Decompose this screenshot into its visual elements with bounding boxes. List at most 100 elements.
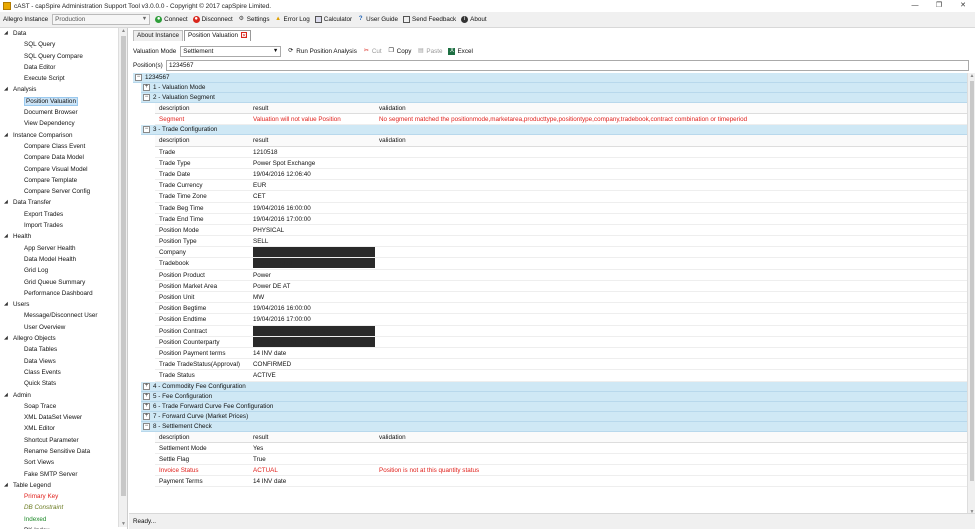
run-position-analysis-button[interactable]: ⟳ Run Position Analysis — [287, 48, 357, 55]
expand-icon[interactable]: + — [143, 412, 150, 420]
section-header[interactable]: +1 - Valuation Mode — [141, 83, 967, 93]
results-scrollbar[interactable]: ▲ ▼ — [967, 73, 975, 515]
table-row[interactable]: Trade 1210518 — [155, 147, 967, 158]
table-row[interactable]: Trade Time Zone CET — [155, 191, 967, 203]
sidebar-item-soap-trace[interactable]: Soap Trace — [0, 401, 127, 412]
tree-group-data[interactable]: ◢ Data — [0, 28, 127, 39]
section-header[interactable]: −2 - Valuation Segment — [141, 93, 967, 103]
disconnect-button[interactable]: ● Disconnect — [192, 16, 233, 23]
expanded-triangle-icon[interactable]: ◢ — [4, 299, 8, 310]
expand-icon[interactable]: + — [143, 402, 150, 410]
column-header[interactable]: description — [155, 432, 249, 442]
section-header[interactable]: −8 - Settlement Check — [141, 421, 967, 432]
expanded-triangle-icon[interactable]: ◢ — [4, 130, 8, 141]
sidebar-item-execute-script[interactable]: Execute Script — [0, 73, 127, 84]
instance-select[interactable]: Production ▼ — [52, 14, 151, 25]
expand-icon[interactable]: + — [143, 382, 150, 390]
table-row[interactable]: Position Endtime 19/04/2016 17:00:00 — [155, 314, 967, 326]
table-row[interactable]: Settle Flag True — [155, 454, 967, 466]
sidebar-item-data-tables[interactable]: Data Tables — [0, 344, 127, 355]
table-row[interactable]: Trade TradeStatus(Approval) CONFIRMED — [155, 359, 967, 371]
table-row[interactable]: Segment Valuation will not value Position… — [155, 114, 967, 126]
send-feedback-button[interactable]: Send Feedback — [403, 16, 456, 23]
section-header[interactable]: +5 - Fee Configuration — [141, 391, 967, 402]
table-row[interactable]: Position Contract EXCHANGE BROKER 1924 — [155, 325, 967, 337]
table-row[interactable]: Tradebook Power Traded — [155, 258, 967, 270]
collapse-icon[interactable]: − — [135, 74, 142, 81]
sidebar-item-grid-queue-summary[interactable]: Grid Queue Summary — [0, 277, 127, 288]
scroll-down-icon[interactable]: ▼ — [119, 521, 127, 527]
tree-group-instance-comparison[interactable]: ◢ Instance Comparison — [0, 130, 127, 141]
table-row[interactable]: Position Payment terms 14 INV date — [155, 348, 967, 360]
table-row[interactable]: Position Unit MW — [155, 292, 967, 304]
cut-button[interactable]: ✂ Cut — [363, 48, 382, 55]
table-row[interactable]: Position Mode PHYSICAL — [155, 225, 967, 237]
connect-button[interactable]: ● Connect — [155, 16, 188, 23]
column-header[interactable]: description — [155, 135, 249, 145]
sidebar-item-sql-query-compare[interactable]: SQL Query Compare — [0, 51, 127, 62]
sidebar-item-data-editor[interactable]: Data Editor — [0, 62, 127, 73]
table-row[interactable]: Trade Type Power Spot Exchange — [155, 158, 967, 169]
expanded-triangle-icon[interactable]: ◢ — [4, 197, 8, 208]
expanded-triangle-icon[interactable]: ◢ — [4, 333, 8, 344]
tab-position-valuation[interactable]: Position Valuation ✕ — [184, 30, 251, 41]
table-row[interactable]: Trade Date 19/04/2016 12:06:40 — [155, 169, 967, 181]
sidebar-item-import-trades[interactable]: Import Trades — [0, 220, 127, 231]
sidebar-item-grid-log[interactable]: Grid Log — [0, 265, 127, 276]
expanded-triangle-icon[interactable]: ◢ — [4, 84, 8, 95]
sidebar-item-fake-smtp-server[interactable]: Fake SMTP Server — [0, 469, 127, 480]
sidebar-item-message-disconnect-user[interactable]: Message/Disconnect User — [0, 310, 127, 321]
section-header[interactable]: +4 - Commodity Fee Configuration — [141, 381, 967, 392]
collapse-icon[interactable]: − — [143, 126, 150, 134]
sidebar-item-sql-query[interactable]: SQL Query — [0, 39, 127, 50]
scroll-up-icon[interactable]: ▲ — [119, 28, 127, 34]
sidebar-item-data-model-health[interactable]: Data Model Health — [0, 254, 127, 265]
expanded-triangle-icon[interactable]: ◢ — [4, 390, 8, 401]
valuation-mode-select[interactable]: Settlement ▼ — [180, 46, 282, 57]
copy-button[interactable]: ❐ Copy — [388, 48, 411, 55]
section-header[interactable]: −3 - Trade Configuration — [141, 125, 967, 136]
collapse-icon[interactable]: − — [143, 422, 150, 430]
sidebar-item-class-events[interactable]: Class Events — [0, 367, 127, 378]
sidebar-item-rename-sensitive-data[interactable]: Rename Sensitive Data — [0, 446, 127, 457]
sidebar-item-data-views[interactable]: Data Views — [0, 356, 127, 367]
close-tab-icon[interactable]: ✕ — [240, 32, 247, 39]
calculator-button[interactable]: Calculator — [314, 16, 352, 23]
about-button[interactable]: i About — [461, 16, 487, 23]
tree-group-analysis[interactable]: ◢ Analysis — [0, 84, 127, 95]
table-row[interactable]: Position Begtime 19/04/2016 16:00:00 — [155, 303, 967, 315]
sidebar-item-xml-editor[interactable]: XML Editor — [0, 423, 127, 434]
collapse-icon[interactable]: − — [143, 94, 150, 101]
section-header[interactable]: +6 - Trade Forward Curve Fee Configurati… — [141, 401, 967, 412]
expanded-triangle-icon[interactable]: ◢ — [4, 28, 8, 39]
sidebar-item-compare-template[interactable]: Compare Template — [0, 175, 127, 186]
table-row[interactable]: Invoice Status ACTUAL Position is not at t… — [155, 465, 967, 477]
table-row[interactable]: Trade End Time 19/04/2016 17:00:00 — [155, 214, 967, 225]
table-row[interactable]: Trade Currency EUR — [155, 180, 967, 192]
minimize-button[interactable]: — — [903, 0, 927, 12]
tree-group-table-legend[interactable]: ◢ Table Legend — [0, 480, 127, 491]
maximize-button[interactable]: ❐ — [927, 0, 951, 12]
user-guide-button[interactable]: ? User Guide — [357, 16, 398, 23]
sidebar-item-compare-visual-model[interactable]: Compare Visual Model — [0, 164, 127, 175]
column-header[interactable]: description — [155, 103, 249, 113]
tree-group-health[interactable]: ◢ Health — [0, 231, 127, 242]
result-root[interactable]: −1234567 — [133, 73, 967, 83]
sidebar-item-xml-dataset-viewer[interactable]: XML DataSet Viewer — [0, 412, 127, 423]
expanded-triangle-icon[interactable]: ◢ — [4, 231, 8, 242]
column-header[interactable]: result — [249, 103, 375, 113]
scroll-up-icon[interactable]: ▲ — [968, 73, 975, 79]
table-row[interactable]: Position Counterparty EPEX SPOT SE PAC EL… — [155, 336, 967, 348]
excel-button[interactable]: X Excel — [448, 48, 473, 55]
sidebar-item-compare-data-model[interactable]: Compare Data Model — [0, 152, 127, 163]
sidebar-item-position-valuation[interactable]: Position Valuation — [0, 96, 127, 107]
sidebar-item-performance-dashboard[interactable]: Performance Dashboard — [0, 288, 127, 299]
expand-icon[interactable]: + — [143, 392, 150, 400]
positions-input[interactable]: 1234567 — [166, 60, 969, 71]
tree-group-data-transfer[interactable]: ◢ Data Transfer — [0, 197, 127, 208]
sidebar-item-user-overview[interactable]: User Overview — [0, 322, 127, 333]
table-row[interactable]: Trade Status ACTIVE — [155, 370, 967, 382]
sidebar-item-quick-stats[interactable]: Quick Stats — [0, 378, 127, 389]
close-button[interactable]: ✕ — [951, 0, 975, 12]
column-header[interactable]: result — [249, 432, 375, 442]
